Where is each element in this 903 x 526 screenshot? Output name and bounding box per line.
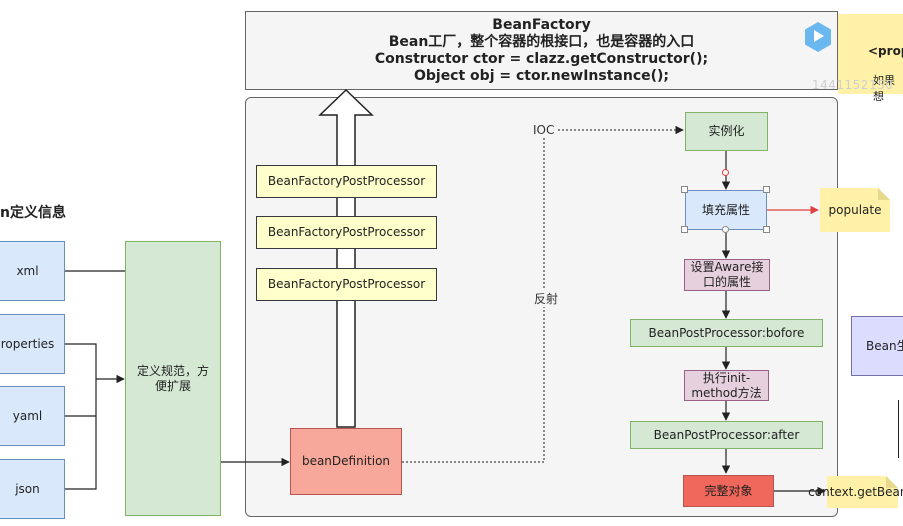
selection-handle[interactable] (763, 186, 770, 193)
selection-handle[interactable] (681, 226, 688, 233)
selection-handle[interactable] (722, 169, 729, 176)
step-instantiate[interactable]: 实例化 (685, 112, 768, 151)
selection-handle[interactable] (681, 186, 688, 193)
play-logo-icon (802, 20, 834, 56)
note-getbean[interactable]: context.getBean() (808, 476, 903, 508)
selection-handle[interactable] (722, 226, 729, 233)
watermark-id: 1441152150 (812, 78, 894, 92)
big-up-arrow (318, 88, 374, 428)
bean-life-box[interactable]: Bean生 (851, 316, 903, 376)
bean-definition-box[interactable]: beanDefinition (290, 428, 402, 495)
reflect-label: 反射 (532, 290, 561, 307)
processor-3[interactable]: BeanFactoryPostProcessor (256, 268, 437, 301)
step-complete-object[interactable]: 完整对象 (683, 475, 774, 507)
step-after[interactable]: BeanPostProcessor:after (630, 421, 823, 449)
step-aware[interactable]: 设置Aware接口的属性 (684, 259, 770, 291)
selection-handle[interactable] (763, 226, 770, 233)
step-populate-properties[interactable]: 填充属性 (685, 190, 767, 230)
processor-2[interactable]: BeanFactoryPostProcessor (256, 216, 437, 249)
note-populate[interactable]: populate (820, 188, 890, 232)
right-edge-bracket (898, 400, 903, 458)
step-init-method[interactable]: 执行init-method方法 (684, 370, 769, 401)
processor-1[interactable]: BeanFactoryPostProcessor (256, 165, 437, 198)
ioc-label: IOC (531, 123, 557, 137)
right-note-line1: <prop (868, 44, 903, 58)
step-before[interactable]: BeanPostProcessor:bofore (630, 319, 823, 347)
